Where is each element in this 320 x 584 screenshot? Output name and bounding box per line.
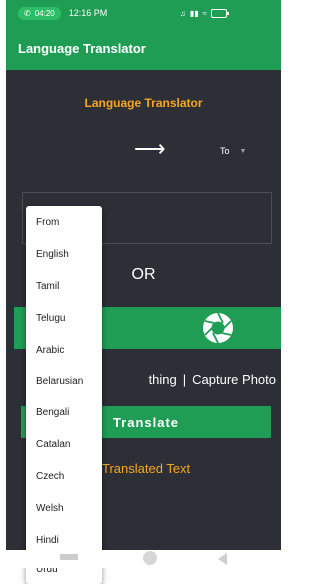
status-icons: ♫ ▮▮ ≈ 80 (179, 8, 229, 18)
camera-shutter-icon[interactable] (201, 311, 235, 345)
to-language-label: To (220, 146, 230, 156)
menu-item-english[interactable]: English (36, 249, 69, 260)
back-button[interactable] (218, 553, 227, 565)
capture-photo-text: Capture Photo (192, 372, 276, 387)
arrow-right-icon: ⟶ (134, 136, 166, 161)
app-title: Language Translator (18, 40, 146, 56)
menu-item-bengali[interactable]: Bengali (36, 407, 69, 418)
from-language-dropdown: From English Tamil Telugu Arabic Belarus… (26, 206, 102, 584)
system-nav-bar (6, 550, 281, 568)
type-something-text: thing (148, 372, 177, 387)
phone-icon: ✆ (24, 8, 31, 18)
page-heading: Language Translator (84, 96, 203, 110)
to-language-select[interactable]: To ▼ (220, 146, 246, 156)
battery-icon (211, 8, 229, 18)
menu-item-from[interactable]: From (36, 217, 59, 228)
app-bar: Language Translator (6, 26, 281, 70)
wifi-icon: ≈ (202, 8, 207, 18)
signal-icon: ▮▮ (189, 8, 199, 18)
menu-item-czech[interactable]: Czech (36, 471, 64, 482)
menu-item-hindi[interactable]: Hindi (36, 535, 59, 546)
recent-apps-button[interactable] (60, 554, 78, 560)
menu-item-arabic[interactable]: Arabic (36, 345, 64, 356)
home-button[interactable] (143, 551, 157, 565)
clock: 12:16 PM (68, 8, 108, 18)
phone-screen: ✆ 04:20 12:16 PM ♫ ▮▮ ≈ 80 Language Tran… (6, 0, 281, 584)
call-duration: 04:20 (34, 8, 55, 18)
menu-item-catalan[interactable]: Catalan (36, 439, 70, 450)
volume-icon: ♫ (179, 8, 186, 18)
menu-item-belarusian[interactable]: Belarusian (36, 376, 83, 387)
status-bar: ✆ 04:20 12:16 PM ♫ ▮▮ ≈ 80 (6, 0, 281, 26)
main-content: Language Translator ⟶ To ▼ OR thing | Ca… (6, 70, 281, 584)
translated-text-output: Translated Text (102, 461, 191, 476)
menu-item-welsh[interactable]: Welsh (36, 503, 64, 514)
menu-item-tamil[interactable]: Tamil (36, 281, 59, 292)
menu-item-telugu[interactable]: Telugu (36, 313, 65, 324)
call-indicator[interactable]: ✆ 04:20 (18, 6, 61, 20)
chevron-down-icon: ▼ (239, 148, 247, 155)
caption-separator: | (182, 372, 187, 387)
